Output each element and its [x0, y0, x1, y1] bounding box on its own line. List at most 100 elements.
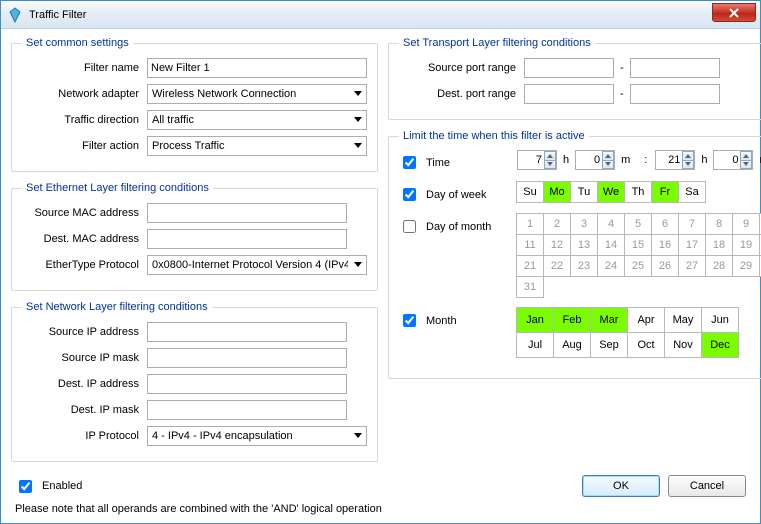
time-from-min-spinner[interactable] — [575, 150, 615, 170]
ip-proto-select[interactable] — [147, 426, 367, 446]
month-cell[interactable]: Oct — [627, 332, 665, 358]
month-checkbox[interactable] — [403, 314, 416, 327]
range-dash: - — [614, 88, 630, 100]
dow-checkbox-label[interactable]: Day of week — [399, 182, 509, 204]
dom-cell[interactable]: 18 — [705, 234, 733, 256]
ok-button[interactable]: OK — [582, 475, 660, 497]
spinner-up-icon[interactable] — [682, 151, 694, 160]
dow-cell[interactable]: Sa — [678, 181, 706, 203]
src-port-to-input[interactable] — [630, 58, 720, 78]
month-cell[interactable]: Feb — [553, 307, 591, 333]
dom-cell[interactable]: 14 — [597, 234, 625, 256]
time-checkbox-label[interactable]: Time — [399, 150, 509, 172]
time-to-hour-spinner[interactable] — [655, 150, 695, 170]
dom-cell[interactable]: 17 — [678, 234, 706, 256]
cancel-button[interactable]: Cancel — [668, 475, 746, 497]
common-settings-legend: Set common settings — [22, 37, 133, 49]
transport-group: Set Transport Layer filtering conditions… — [388, 37, 761, 120]
dom-cell[interactable]: 24 — [597, 255, 625, 277]
titlebar: Traffic Filter — [1, 1, 760, 29]
spinner-down-icon[interactable] — [602, 160, 614, 170]
dom-cell[interactable]: 6 — [651, 213, 679, 235]
src-ip-label: Source IP address — [22, 326, 147, 338]
time-to-min-spinner[interactable] — [713, 150, 753, 170]
dom-cell[interactable]: 29 — [732, 255, 760, 277]
dom-cell[interactable]: 9 — [732, 213, 760, 235]
src-ip-input[interactable] — [147, 322, 347, 342]
dom-cell[interactable]: 25 — [624, 255, 652, 277]
src-port-from-input[interactable] — [524, 58, 614, 78]
enabled-checkbox-label[interactable]: Enabled — [15, 477, 82, 496]
dom-cell[interactable]: 27 — [678, 255, 706, 277]
dom-cell[interactable]: 16 — [651, 234, 679, 256]
month-cell[interactable]: Dec — [701, 332, 739, 358]
dst-ip-input[interactable] — [147, 374, 347, 394]
dow-cell[interactable]: Tu — [570, 181, 598, 203]
spinner-up-icon[interactable] — [602, 151, 614, 160]
dst-mac-input[interactable] — [147, 229, 347, 249]
time-legend: Limit the time when this filter is activ… — [399, 130, 589, 142]
enabled-checkbox[interactable] — [19, 480, 32, 493]
month-cell[interactable]: Jan — [516, 307, 554, 333]
filter-action-label: Filter action — [22, 140, 147, 152]
dom-cell[interactable]: 4 — [597, 213, 625, 235]
dom-cell[interactable]: 19 — [732, 234, 760, 256]
dom-cell[interactable]: 5 — [624, 213, 652, 235]
dst-mask-label: Dest. IP mask — [22, 404, 147, 416]
dow-cell[interactable]: Fr — [651, 181, 679, 203]
time-checkbox[interactable] — [403, 156, 416, 169]
ip-proto-label: IP Protocol — [22, 430, 147, 442]
dst-port-from-input[interactable] — [524, 84, 614, 104]
dow-checkbox[interactable] — [403, 188, 416, 201]
traffic-direction-select[interactable] — [147, 110, 367, 130]
src-mac-input[interactable] — [147, 203, 347, 223]
dom-cell[interactable]: 8 — [705, 213, 733, 235]
month-cell[interactable]: Jul — [516, 332, 554, 358]
dom-cell[interactable]: 1 — [516, 213, 544, 235]
network-adapter-select[interactable] — [147, 84, 367, 104]
time-from-hour-spinner[interactable] — [517, 150, 557, 170]
close-button[interactable] — [712, 3, 756, 22]
month-cell[interactable]: Apr — [627, 307, 665, 333]
dom-cell[interactable]: 3 — [570, 213, 598, 235]
dom-cell[interactable]: 12 — [543, 234, 571, 256]
dom-cell[interactable]: 7 — [678, 213, 706, 235]
src-mask-input[interactable] — [147, 348, 347, 368]
month-cell[interactable]: May — [664, 307, 702, 333]
dow-cell[interactable]: Su — [516, 181, 544, 203]
dom-checkbox[interactable] — [403, 220, 416, 233]
month-cell[interactable]: Aug — [553, 332, 591, 358]
month-cell[interactable]: Nov — [664, 332, 702, 358]
month-cell[interactable]: Sep — [590, 332, 628, 358]
dom-checkbox-label[interactable]: Day of month — [399, 214, 509, 236]
dom-cell[interactable]: 15 — [624, 234, 652, 256]
filter-name-input[interactable] — [147, 58, 367, 78]
day-of-week-grid: SuMoTuWeThFrSa — [517, 182, 706, 203]
network-adapter-label: Network adapter — [22, 88, 147, 100]
dst-port-to-input[interactable] — [630, 84, 720, 104]
dom-cell[interactable]: 11 — [516, 234, 544, 256]
dom-cell[interactable]: 23 — [570, 255, 598, 277]
spinner-up-icon[interactable] — [740, 151, 752, 160]
month-cell[interactable]: Mar — [590, 307, 628, 333]
dom-cell[interactable]: 21 — [516, 255, 544, 277]
dom-cell[interactable]: 26 — [651, 255, 679, 277]
month-checkbox-label[interactable]: Month — [399, 308, 509, 330]
dow-cell[interactable]: Th — [624, 181, 652, 203]
dom-cell[interactable]: 13 — [570, 234, 598, 256]
dom-cell[interactable]: 2 — [543, 213, 571, 235]
filter-action-select[interactable] — [147, 136, 367, 156]
ethertype-select[interactable] — [147, 255, 367, 275]
spinner-down-icon[interactable] — [682, 160, 694, 170]
dom-cell[interactable]: 22 — [543, 255, 571, 277]
spinner-up-icon[interactable] — [544, 151, 556, 160]
spinner-down-icon[interactable] — [740, 160, 752, 170]
dst-mask-input[interactable] — [147, 400, 347, 420]
dow-cell[interactable]: We — [597, 181, 625, 203]
dow-cell[interactable]: Mo — [543, 181, 571, 203]
dom-cell[interactable]: 28 — [705, 255, 733, 277]
dst-port-label: Dest. port range — [399, 88, 524, 100]
month-cell[interactable]: Jun — [701, 307, 739, 333]
spinner-down-icon[interactable] — [544, 160, 556, 170]
dom-cell[interactable]: 31 — [516, 276, 544, 298]
